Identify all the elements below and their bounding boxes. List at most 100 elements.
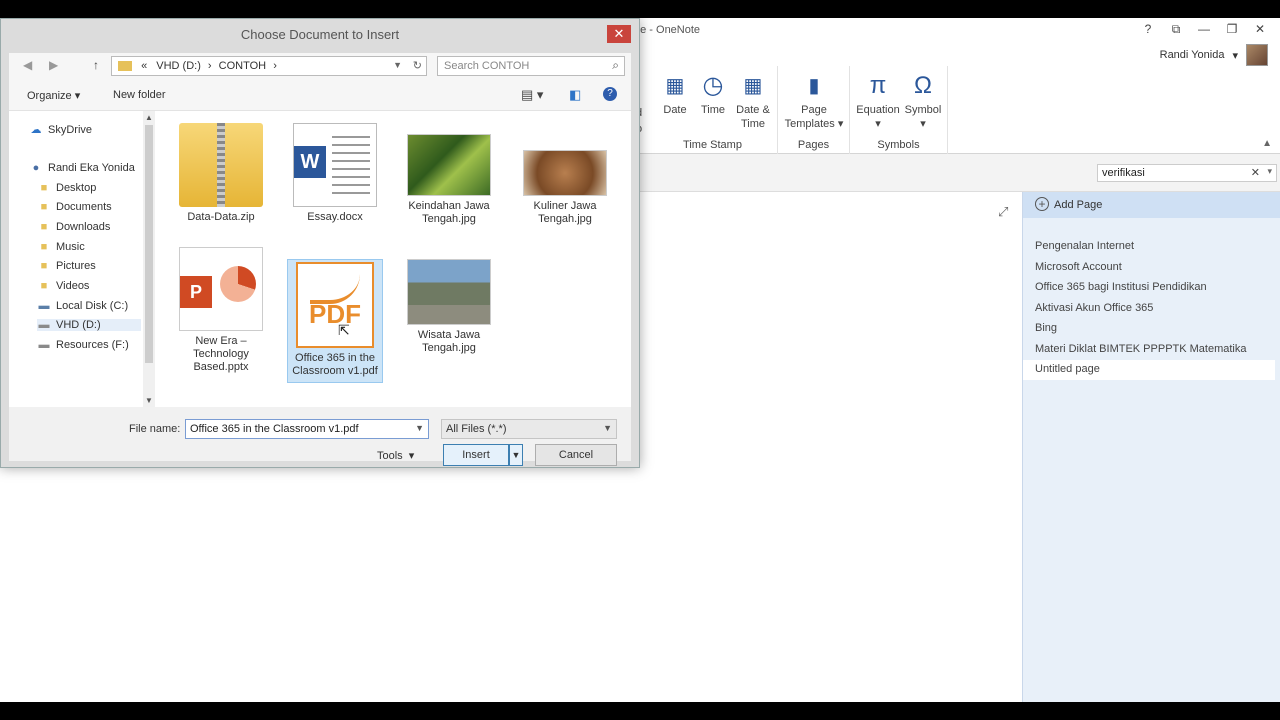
nav-item-resources[interactable]: ▬ Resources (F:) <box>37 339 129 351</box>
insert-button[interactable]: Insert <box>443 444 509 466</box>
powerpoint-document-icon: P <box>179 247 263 331</box>
file-list: Data-Data.zip W Essay.docx Keindahan Jaw… <box>155 111 631 407</box>
restore-icon[interactable]: ❐ <box>1218 22 1246 37</box>
pdf-logo: PDF <box>309 299 361 329</box>
help-icon[interactable]: ? <box>1134 22 1162 37</box>
choose-document-dialog: Choose Document to Insert ✕ ◀ ▶ ↑ « VHD … <box>0 18 640 468</box>
page-item[interactable]: Bing <box>1035 322 1057 334</box>
close-icon[interactable]: ✕ <box>1246 22 1274 37</box>
image-thumbnail <box>407 259 491 325</box>
breadcrumb-vhd[interactable]: VHD (D:) <box>156 60 201 72</box>
file-item-docx[interactable]: W Essay.docx <box>287 123 383 224</box>
clock-icon: ◷ <box>702 72 724 99</box>
nav-item-vhd[interactable]: ▬ VHD (D:) <box>37 319 141 331</box>
file-item-photo-kuliner[interactable]: Kuliner Jawa Tengah.jpg <box>517 123 613 226</box>
forward-icon[interactable]: ▶ <box>49 58 58 72</box>
page-item[interactable]: Microsoft Account <box>1035 261 1122 273</box>
nav-item-skydrive[interactable]: ☁ SkyDrive <box>29 123 93 136</box>
nav-item-downloads[interactable]: ■ Downloads <box>37 221 111 233</box>
folder-icon: ■ <box>40 260 48 272</box>
folder-icon <box>118 61 132 72</box>
view-options-icon[interactable]: ▤ ▾ <box>521 87 543 103</box>
breadcrumb-contoh[interactable]: CONTOH <box>219 60 266 72</box>
user-account[interactable]: Randi Yonida ▾ <box>1160 44 1268 66</box>
nav-item-desktop[interactable]: ■ Desktop <box>37 182 97 194</box>
organize-button[interactable]: Organize ▾ <box>27 89 80 102</box>
time-button[interactable]: ◷ Time <box>698 72 728 117</box>
desktop-screen: ge - OneNote ? ⧉ — ❐ ✕ Randi Yonida ▾ d … <box>0 18 1280 702</box>
nav-item-homegroup[interactable]: ● Randi Eka Yonida <box>29 162 135 174</box>
file-name-label: File name: <box>129 423 181 435</box>
file-type-select[interactable]: All Files (*.*) ▼ <box>441 419 617 439</box>
avatar <box>1246 44 1268 66</box>
file-item-pdf[interactable]: PDF Office 365 in the Classroom v1.pdf ⇱ <box>287 259 383 383</box>
back-icon[interactable]: ◀ <box>23 58 32 72</box>
date-time-button[interactable]: ▦ Date & Time <box>734 72 772 131</box>
group-label-symbols: Symbols <box>877 139 920 151</box>
folder-icon: ■ <box>40 241 48 253</box>
nav-item-pictures[interactable]: ■ Pictures <box>37 260 96 272</box>
insert-options-button[interactable]: ▼ <box>509 444 523 466</box>
file-item-zip[interactable]: Data-Data.zip <box>173 123 269 224</box>
cloud-icon: ☁ <box>30 124 42 136</box>
group-label-pages: Pages <box>797 139 830 151</box>
onenote-app-title: ge - OneNote <box>634 24 701 36</box>
chevron-down-icon: ▾ <box>875 118 881 130</box>
tools-button[interactable]: Tools ▾ <box>377 449 414 462</box>
expand-icon[interactable]: ⤢ <box>998 204 1008 220</box>
dialog-close-button[interactable]: ✕ <box>607 25 631 43</box>
folder-icon: ■ <box>40 280 48 292</box>
minimize-icon[interactable]: — <box>1190 22 1218 37</box>
add-page-button[interactable]: + Add Page <box>1023 192 1280 218</box>
user-name: Randi Yonida <box>1159 49 1225 61</box>
nav-scrollbar[interactable]: ▲ ▼ <box>143 111 155 407</box>
chevron-down-icon[interactable]: ▼ <box>393 60 402 70</box>
zip-folder-icon <box>179 123 263 207</box>
scroll-down-icon[interactable]: ▼ <box>143 396 155 405</box>
breadcrumb-separator: › <box>273 60 277 72</box>
cancel-button[interactable]: Cancel <box>535 444 617 466</box>
refresh-icon[interactable]: ↻ <box>413 59 422 72</box>
scroll-thumb[interactable] <box>145 125 153 363</box>
address-bar[interactable]: « VHD (D:) › CONTOH › ▼ ↻ <box>111 56 427 76</box>
date-button[interactable]: ▦ Date <box>660 72 690 117</box>
breadcrumb-separator: › <box>207 60 212 72</box>
preview-pane-icon[interactable]: ◧ <box>569 87 581 103</box>
page-item[interactable]: Office 365 bagi Institusi Pendidikan <box>1035 281 1207 293</box>
page-list: + Add Page Pengenalan Internet Microsoft … <box>1022 192 1280 702</box>
symbol-button[interactable]: Ω Symbol ▾ <box>902 72 944 131</box>
ribbon-insert: d o ▦ Date ◷ Time ▦ Date & Time Time Sta… <box>636 66 1280 154</box>
folder-icon: ■ <box>40 201 48 213</box>
equation-button[interactable]: π Equation ▾ <box>856 72 900 131</box>
chevron-down-icon[interactable]: ▼ <box>415 423 424 433</box>
nav-item-music[interactable]: ■ Music <box>37 241 85 253</box>
search-input[interactable]: verifikasi ✕ ▾ <box>1097 164 1277 182</box>
new-folder-button[interactable]: New folder <box>113 89 166 101</box>
nav-item-local-disk[interactable]: ▬ Local Disk (C:) <box>37 300 129 312</box>
page-item[interactable]: Materi Diklat BIMTEK PPPPTK Matematika <box>1035 343 1247 355</box>
image-thumbnail <box>523 150 607 196</box>
file-item-pptx[interactable]: P New Era – Technology Based.pptx <box>173 247 269 374</box>
file-item-photo-keindahan[interactable]: Keindahan Jawa Tengah.jpg <box>401 123 497 226</box>
page-item[interactable]: Pengenalan Internet <box>1035 240 1134 252</box>
dialog-search-input[interactable]: Search CONTOH ⌕ <box>437 56 625 76</box>
ribbon-display-icon[interactable]: ⧉ <box>1162 22 1190 37</box>
clear-search-icon[interactable]: ✕ <box>1251 166 1260 179</box>
scroll-up-icon[interactable]: ▲ <box>143 113 155 122</box>
up-icon[interactable]: ↑ <box>93 58 99 72</box>
file-item-photo-wisata[interactable]: Wisata Jawa Tengah.jpg <box>401 247 497 355</box>
nav-item-documents[interactable]: ■ Documents <box>37 201 112 213</box>
group-label-time-stamp: Time Stamp <box>683 139 742 151</box>
mouse-cursor-icon: ⇱ <box>338 322 350 338</box>
search-icon: ⌕ <box>612 58 619 72</box>
homegroup-icon: ● <box>32 162 40 174</box>
chevron-down-icon[interactable]: ▾ <box>1267 166 1272 177</box>
plus-icon: + <box>1035 197 1049 211</box>
file-name-input[interactable]: Office 365 in the Classroom v1.pdf ▼ <box>185 419 429 439</box>
page-templates-button[interactable]: ▮ Page Templates ▾ <box>782 72 846 131</box>
page-item-active[interactable]: Untitled page <box>1023 360 1275 380</box>
page-item[interactable]: Aktivasi Akun Office 365 <box>1035 302 1153 314</box>
help-icon[interactable]: ? <box>603 87 617 101</box>
collapse-ribbon-icon[interactable]: ▲ <box>1262 138 1272 149</box>
nav-item-videos[interactable]: ■ Videos <box>37 280 90 292</box>
